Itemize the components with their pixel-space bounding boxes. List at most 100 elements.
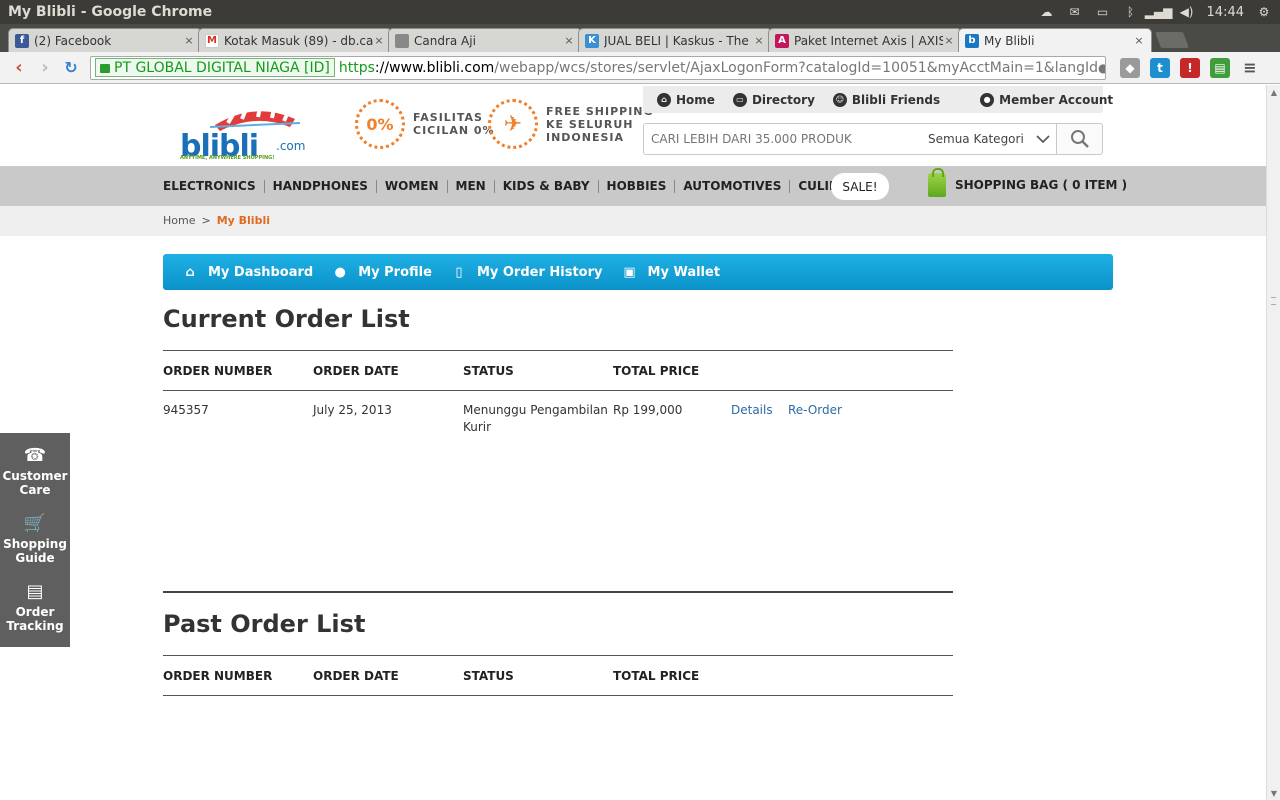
column-header-order-number: ORDER NUMBER bbox=[163, 364, 273, 378]
shopping-bag-label: SHOPPING BAG ( 0 ITEM ) bbox=[955, 178, 1128, 192]
order-number: 945357 bbox=[163, 403, 209, 417]
logo-tagline: ANYTIME, ANYWHERE SHOPPING! bbox=[180, 155, 275, 161]
promo-shipping-text: FREE SHIPPING KE SELURUH INDONESIA bbox=[546, 105, 654, 144]
tab-label: Candra Aji bbox=[414, 33, 476, 48]
top-link-member-account[interactable]: ● Member Account bbox=[980, 92, 1113, 107]
tab-close-icon[interactable]: × bbox=[943, 34, 955, 47]
category-handphones[interactable]: HANDPHONES bbox=[263, 179, 376, 193]
browser-tab-gmail[interactable]: M Kotak Masuk (89) - db.can × bbox=[198, 28, 392, 52]
sale-button[interactable]: SALE! bbox=[831, 173, 889, 200]
bluetooth-icon[interactable]: ᛒ bbox=[1123, 5, 1139, 19]
chrome-menu-icon[interactable]: ≡ bbox=[1240, 58, 1260, 78]
promo-installment-text: FASILITAS CICILAN 0% bbox=[413, 111, 495, 137]
shopping-bag-link[interactable]: SHOPPING BAG ( 0 ITEM ) bbox=[928, 168, 1128, 197]
scroll-up-arrow-icon[interactable]: ▲ bbox=[1267, 85, 1280, 99]
page-viewport: blibli .com ANYTIME, ANYWHERE SHOPPING! … bbox=[0, 85, 1266, 800]
logo-domain: .com bbox=[276, 139, 306, 153]
order-total-price: Rp 199,000 bbox=[613, 403, 683, 417]
top-link-label: Blibli Friends bbox=[851, 92, 941, 107]
browser-tab-facebook[interactable]: f (2) Facebook × bbox=[8, 28, 202, 52]
tab-close-icon[interactable]: × bbox=[753, 34, 765, 47]
tab-close-icon[interactable]: × bbox=[373, 34, 385, 47]
search-button[interactable] bbox=[1056, 123, 1103, 155]
browser-tab-strip: f (2) Facebook × M Kotak Masuk (89) - db… bbox=[0, 24, 1280, 52]
category-kids-baby[interactable]: KIDS & BABY bbox=[493, 179, 598, 193]
category-automotives[interactable]: AUTOMOTIVES bbox=[674, 179, 789, 193]
category-men[interactable]: MEN bbox=[446, 179, 494, 193]
power-gear-icon[interactable]: ⚙ bbox=[1256, 5, 1272, 19]
vertical-scrollbar[interactable]: ▲ ▼ bbox=[1266, 85, 1280, 800]
mail-icon[interactable]: ✉ bbox=[1067, 5, 1083, 19]
reload-icon[interactable]: ↻ bbox=[58, 56, 84, 80]
top-link-directory[interactable]: ▭ Directory bbox=[732, 92, 815, 107]
search-category-select[interactable]: Semua Kategori bbox=[914, 132, 1056, 146]
column-header-status: STATUS bbox=[463, 669, 514, 683]
divider bbox=[163, 591, 953, 593]
print-extension-icon[interactable]: ▤ bbox=[1210, 57, 1230, 78]
browser-tab-axis[interactable]: A Paket Internet Axis | AXIS × bbox=[768, 28, 962, 52]
shopping-bag-icon bbox=[928, 168, 946, 197]
kaskus-icon: K bbox=[585, 33, 599, 48]
browser-tab-kaskus[interactable]: K JUAL BELI | Kaskus - The L × bbox=[578, 28, 772, 52]
breadcrumb-current: My Blibli bbox=[216, 214, 270, 227]
top-link-label: Home bbox=[676, 92, 715, 107]
cloud-icon[interactable]: ☁ bbox=[1039, 5, 1055, 19]
telephone-icon: ☎ bbox=[23, 445, 47, 466]
notification-extension-icon[interactable]: ! bbox=[1180, 57, 1200, 78]
tab-label: My Dashboard bbox=[208, 264, 314, 280]
forward-arrow-icon[interactable]: › bbox=[32, 56, 58, 80]
zero-percent-badge-icon: 0% bbox=[355, 99, 405, 149]
profile-picture-icon bbox=[395, 33, 409, 48]
column-header-order-date: ORDER DATE bbox=[313, 669, 399, 683]
tab-close-icon[interactable]: × bbox=[563, 34, 575, 47]
new-tab-button[interactable] bbox=[1155, 32, 1189, 48]
browser-tab-my-blibli[interactable]: b My Blibli × bbox=[958, 28, 1152, 52]
search-input[interactable] bbox=[644, 125, 914, 153]
shopping-guide-button[interactable]: 🛒 Shopping Guide bbox=[0, 501, 70, 569]
browser-tab-candra-aji[interactable]: Candra Aji × bbox=[388, 28, 582, 52]
order-details-link[interactable]: Details bbox=[731, 403, 773, 417]
shield-extension-icon[interactable]: ◆ bbox=[1120, 57, 1140, 78]
top-link-blibli-friends[interactable]: ☺ Blibli Friends bbox=[832, 92, 941, 107]
category-hobbies[interactable]: HOBBIES bbox=[597, 179, 675, 193]
tab-my-wallet[interactable]: ▣ My Wallet bbox=[623, 265, 720, 280]
tab-my-order-history[interactable]: ▯ My Order History bbox=[452, 265, 602, 280]
order-reorder-link[interactable]: Re-Order bbox=[788, 403, 842, 417]
current-order-list-title: Current Order List bbox=[163, 305, 410, 333]
scroll-grip[interactable] bbox=[1271, 297, 1276, 305]
scroll-down-arrow-icon[interactable]: ▼ bbox=[1267, 786, 1280, 800]
top-link-label: Directory bbox=[751, 92, 815, 107]
widget-label: Care bbox=[19, 483, 51, 497]
twitter-extension-icon[interactable]: t bbox=[1150, 57, 1170, 78]
battery-icon[interactable]: ▭ bbox=[1095, 5, 1111, 19]
top-link-home[interactable]: ⌂ Home bbox=[657, 92, 715, 107]
promo-installment[interactable]: 0% FASILITAS CICILAN 0% bbox=[355, 99, 495, 149]
tab-my-profile[interactable]: ● My Profile bbox=[333, 265, 432, 280]
breadcrumb-separator: > bbox=[201, 214, 211, 227]
past-order-list-title: Past Order List bbox=[163, 610, 366, 638]
network-signal-icon[interactable]: ▂▄▆ bbox=[1145, 5, 1173, 19]
chevron-down-icon bbox=[1036, 135, 1050, 144]
address-bar[interactable]: PT GLOBAL DIGITAL NIAGA [ID] https://www… bbox=[90, 55, 1106, 80]
blibli-logo[interactable]: blibli .com ANYTIME, ANYWHERE SHOPPING! bbox=[180, 105, 340, 164]
customer-care-button[interactable]: ☎ Customer Care bbox=[0, 433, 70, 501]
tab-label: Kotak Masuk (89) - db.can bbox=[224, 33, 373, 48]
tab-close-icon[interactable]: × bbox=[1133, 34, 1145, 47]
axis-icon: A bbox=[775, 33, 789, 48]
extension-icons: ◆ t ! ▤ ≡ bbox=[1120, 57, 1260, 78]
ev-certificate-badge[interactable]: PT GLOBAL DIGITAL NIAGA [ID] bbox=[95, 58, 335, 77]
lightbulb-icon[interactable]: ● bbox=[1098, 61, 1105, 75]
promo-free-shipping[interactable]: ✈ FREE SHIPPING KE SELURUH INDONESIA bbox=[488, 99, 654, 149]
column-header-total-price: TOTAL PRICE bbox=[613, 669, 700, 683]
tab-close-icon[interactable]: × bbox=[183, 34, 195, 47]
clock[interactable]: 14:44 bbox=[1207, 5, 1244, 20]
back-arrow-icon[interactable]: ‹ bbox=[6, 56, 32, 80]
category-women[interactable]: WOMEN bbox=[375, 179, 447, 193]
tab-my-dashboard[interactable]: ⌂ My Dashboard bbox=[183, 265, 313, 280]
awning-graphic-icon bbox=[210, 106, 300, 131]
breadcrumb-home[interactable]: Home bbox=[163, 214, 195, 227]
order-tracking-button[interactable]: ▤ Order Tracking bbox=[0, 569, 70, 637]
promo-line: FREE SHIPPING bbox=[546, 104, 654, 118]
category-electronics[interactable]: ELECTRONICS bbox=[163, 179, 264, 193]
volume-icon[interactable]: ◀) bbox=[1179, 5, 1195, 19]
